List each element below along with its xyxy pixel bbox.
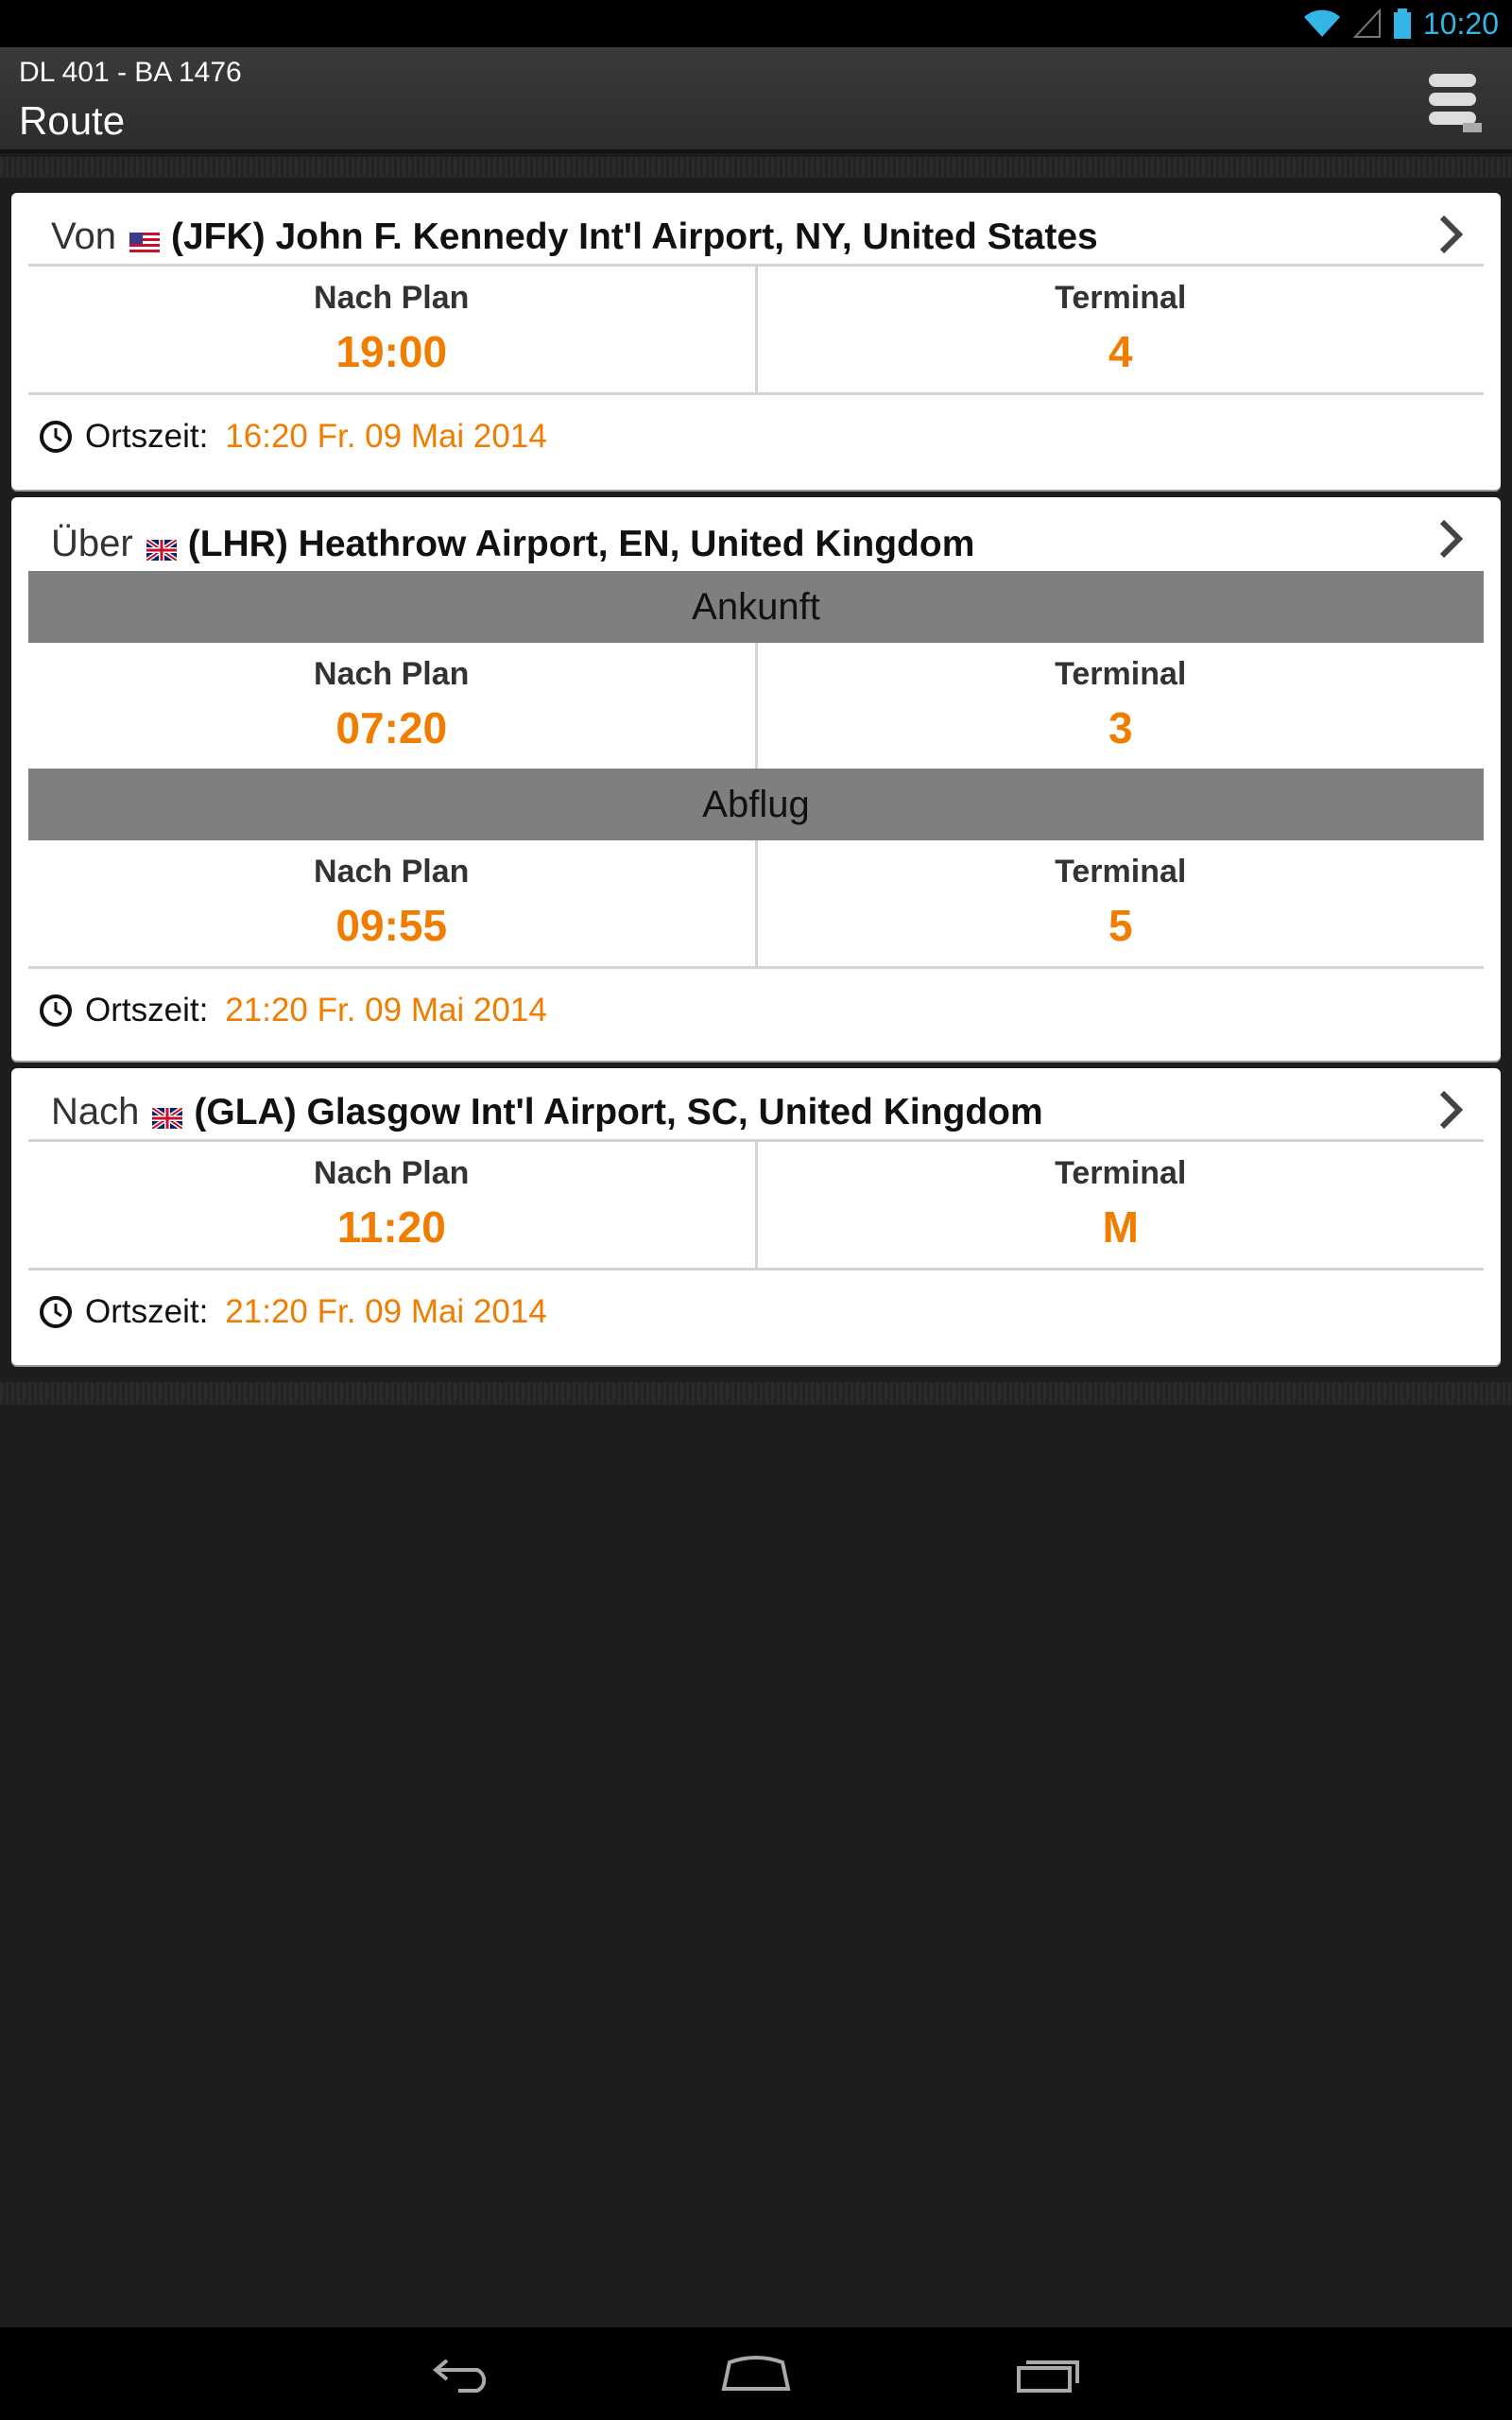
destination-terminal-cell: Terminal M [754,1142,1485,1268]
destination-local-time: Ortszeit: 21:20 Fr. 09 Mai 2014 [11,1270,1501,1354]
menu-button[interactable] [1425,66,1486,134]
plan-label: Nach Plan [314,280,470,316]
status-time: 10:20 [1422,6,1499,41]
chevron-right-icon [1436,1089,1465,1135]
origin-times: Nach Plan 19:00 Terminal 4 [28,267,1484,395]
plan-time: 11:20 [336,1202,446,1252]
recent-apps-icon [1017,2360,1079,2393]
destination-prefix: Nach [51,1091,140,1132]
local-time-value: 16:20 Fr. 09 Mai 2014 [225,418,547,455]
arrival-band: Ankunft [28,571,1484,643]
plan-label: Nach Plan [314,1155,470,1191]
origin-plan-cell: Nach Plan 19:00 [28,267,755,392]
destination-airport: (GLA) Glasgow Int'l Airport, SC, United … [194,1092,1043,1132]
plan-label: Nach Plan [314,656,470,692]
origin-prefix: Von [51,216,116,257]
us-flag-icon [129,233,160,258]
departure-terminal-cell: Terminal 5 [754,840,1485,966]
plan-time: 07:20 [335,703,448,752]
terminal-label: Terminal [1055,854,1187,890]
clock-icon [40,421,72,453]
recent-apps-button[interactable] [997,2345,1101,2402]
via-card[interactable]: Über (LHR) Heathrow Airport, EN, United … [11,497,1501,1061]
wifi-icon [1303,9,1340,37]
back-icon [432,2359,487,2393]
plan-label: Nach Plan [314,854,470,890]
back-button[interactable] [411,2345,515,2402]
destination-card[interactable]: Nach (GLA) Glasgow Int'l Airport, SC, Un… [11,1068,1501,1365]
terminal-value: 3 [1108,703,1133,752]
origin-local-time: Ortszeit: 16:20 Fr. 09 Mai 2014 [11,395,1501,478]
home-icon [721,2356,791,2391]
destination-times: Nach Plan 11:20 Terminal M [28,1142,1484,1270]
destination-plan-cell: Nach Plan 11:20 [28,1142,755,1268]
page-title: Route [19,98,126,143]
local-time-value: 21:20 Fr. 09 Mai 2014 [225,1293,547,1330]
terminal-label: Terminal [1055,656,1187,692]
status-bar: 10:20 [0,0,1512,47]
local-time-label: Ortszeit: [85,992,209,1028]
origin-header[interactable]: Von (JFK) John F. Kennedy Int'l Airport,… [28,193,1484,267]
local-time-label: Ortszeit: [85,418,209,455]
chevron-right-icon [1436,518,1465,564]
via-header[interactable]: Über (LHR) Heathrow Airport, EN, United … [28,497,1484,571]
origin-card[interactable]: Von (JFK) John F. Kennedy Int'l Airport,… [11,193,1501,490]
signal-icon [1352,9,1381,38]
home-button[interactable] [704,2345,808,2402]
terminal-label: Terminal [1055,280,1187,316]
plan-time: 19:00 [335,327,448,376]
uk-flag-icon [150,1105,184,1133]
destination-header[interactable]: Nach (GLA) Glasgow Int'l Airport, SC, Un… [28,1068,1484,1142]
via-local-time: Ortszeit: 21:20 Fr. 09 Mai 2014 [11,969,1501,1052]
arrival-terminal-cell: Terminal 3 [754,643,1485,769]
plan-time: 09:55 [335,901,448,950]
clock-icon [40,994,72,1027]
clock-icon [40,1296,72,1328]
local-time-label: Ortszeit: [85,1293,209,1330]
via-prefix: Über [51,523,133,564]
departure-band: Abflug [28,769,1484,840]
arrival-plan-cell: Nach Plan 07:20 [28,643,755,769]
origin-terminal-cell: Terminal 4 [754,267,1485,392]
via-airport: (LHR) Heathrow Airport, EN, United Kingd… [187,524,975,564]
departure-plan-cell: Nach Plan 09:55 [28,840,755,966]
menu-icon [1429,74,1482,132]
terminal-value: 5 [1108,901,1133,950]
action-bar: DL 401 - BA 1476 Route [0,47,1512,153]
departure-times: Nach Plan 09:55 Terminal 5 [28,840,1484,969]
uk-flag-icon [145,537,179,565]
terminal-label: Terminal [1055,1155,1187,1191]
local-time-value: 21:20 Fr. 09 Mai 2014 [225,992,547,1028]
bottom-strip [0,1382,1512,1405]
terminal-value: 4 [1108,327,1133,376]
terminal-value: M [1102,1202,1139,1252]
chevron-right-icon [1436,214,1465,260]
top-strip [0,157,1512,178]
battery-icon [1393,9,1411,39]
origin-airport: (JFK) John F. Kennedy Int'l Airport, NY,… [170,216,1098,257]
screen: 10:20 DL 401 - BA 1476 Route Von (JFK) J… [0,0,1512,2420]
navigation-bar [0,2327,1512,2420]
arrival-times: Nach Plan 07:20 Terminal 3 [28,643,1484,771]
flight-numbers: DL 401 - BA 1476 [19,57,242,88]
